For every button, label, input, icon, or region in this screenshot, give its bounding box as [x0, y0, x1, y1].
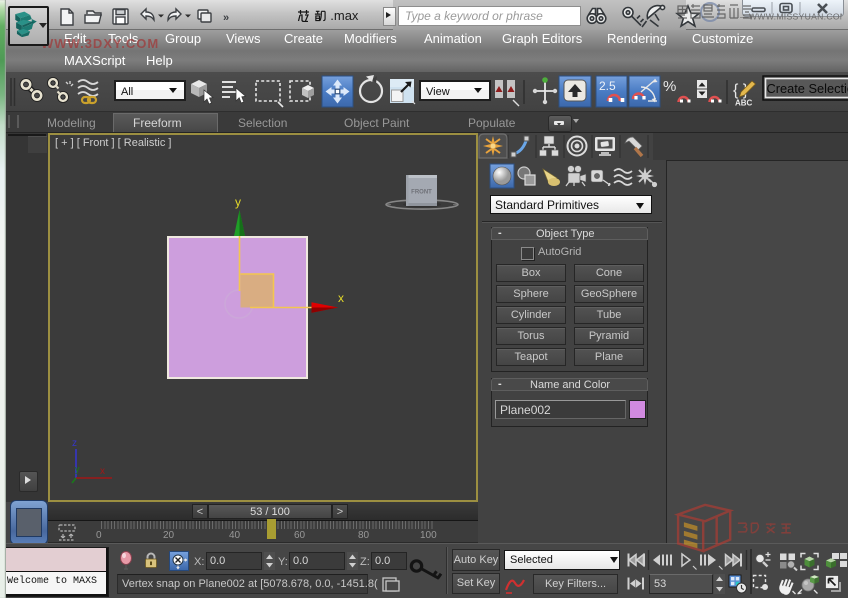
svg-text:FRONT: FRONT [411, 190, 432, 196]
svg-text:»: » [223, 12, 229, 24]
svg-text:ABC: ABC [735, 99, 753, 108]
svg-text:Create Selection: Create Selection [767, 81, 848, 96]
svg-text:—WWW.MISSYUAN.COM—: —WWW.MISSYUAN.COM— [740, 12, 842, 22]
svg-text:2.5: 2.5 [599, 79, 616, 93]
svg-text:y: y [75, 464, 80, 474]
svg-text:%: % [663, 78, 676, 95]
svg-text:x: x [338, 291, 344, 305]
svg-text:y: y [235, 195, 241, 209]
svg-text:View: View [426, 86, 450, 98]
svg-text:z: z [72, 438, 77, 449]
svg-text:x: x [100, 466, 105, 477]
svg-text:All: All [121, 86, 133, 98]
